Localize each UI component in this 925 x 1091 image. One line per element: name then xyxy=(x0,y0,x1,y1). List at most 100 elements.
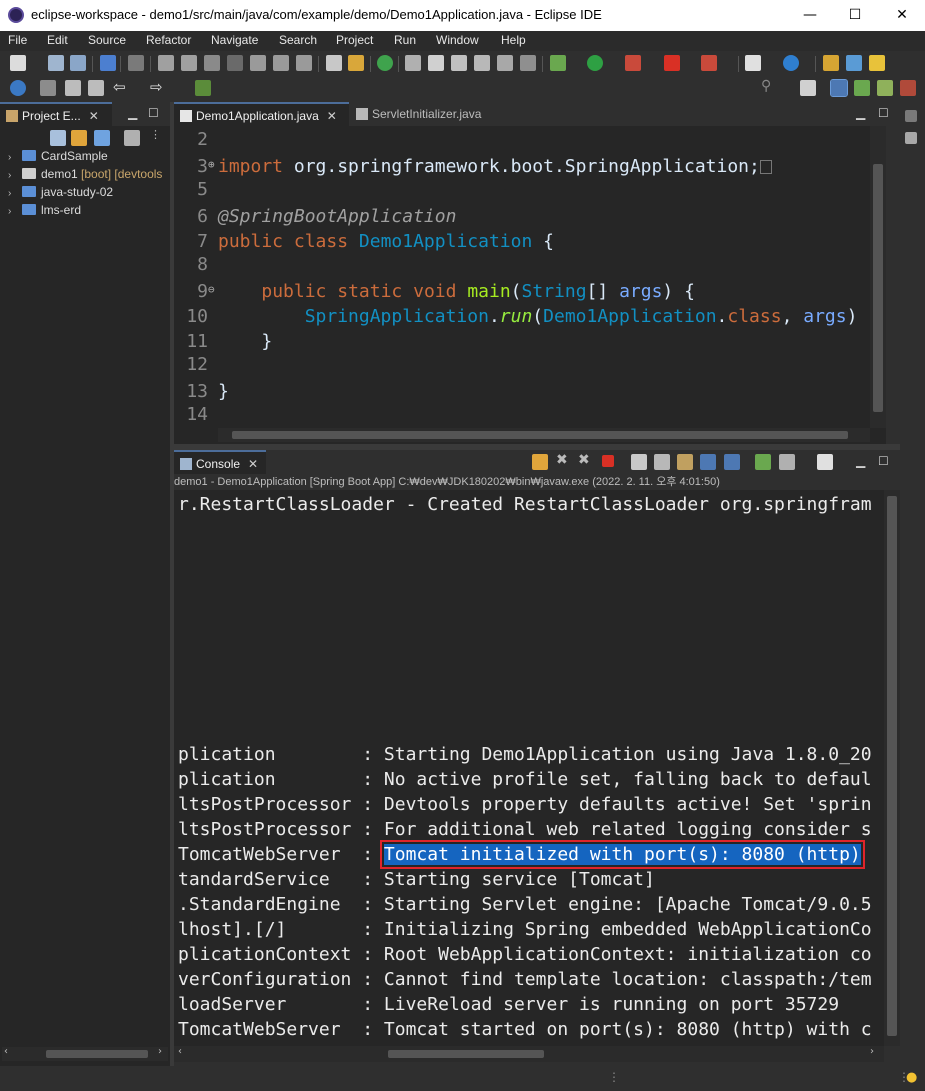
run-external-icon[interactable] xyxy=(625,55,641,71)
link-with-editor-icon[interactable] xyxy=(71,130,87,146)
next-edit-icon[interactable] xyxy=(88,80,104,96)
word-wrap-icon[interactable] xyxy=(677,454,693,470)
annotation-icon[interactable] xyxy=(40,80,56,96)
collapse-all-icon[interactable] xyxy=(50,130,66,146)
close-button[interactable]: ✕ xyxy=(879,0,925,31)
toggle-mark-icon[interactable] xyxy=(326,55,342,71)
boot-dashboard-icon[interactable] xyxy=(377,55,393,71)
minimize-icon[interactable]: ▁ xyxy=(128,106,137,120)
save-icon[interactable] xyxy=(48,55,64,71)
editor-vscrollbar[interactable] xyxy=(870,126,886,428)
pin-editor-icon[interactable] xyxy=(195,80,211,96)
search-toolbar-icon[interactable] xyxy=(846,55,862,71)
menu-run[interactable]: Run xyxy=(394,33,416,47)
new-java-project-icon[interactable] xyxy=(745,55,761,71)
tree-item-lms-erd[interactable]: › lms-erd xyxy=(8,203,81,221)
highlight-icon[interactable] xyxy=(428,55,444,71)
menu-window[interactable]: Window xyxy=(436,33,479,47)
java-perspective-icon[interactable] xyxy=(830,79,848,97)
menu-help[interactable]: Help xyxy=(501,33,526,47)
menu-source[interactable]: Source xyxy=(88,33,126,47)
save-all-icon[interactable] xyxy=(70,55,86,71)
filter-icon[interactable] xyxy=(94,130,110,146)
tab-servletinitializer-java[interactable]: ServletInitializer.java xyxy=(350,102,500,126)
step-into-icon[interactable] xyxy=(250,55,266,71)
show-on-stderr-icon[interactable] xyxy=(724,454,740,470)
lightbulb-icon[interactable]: ● xyxy=(906,1070,917,1085)
search-icon[interactable]: ⚲ xyxy=(761,78,771,94)
console-hscrollbar[interactable]: ‹ › xyxy=(174,1046,884,1062)
globe-icon[interactable] xyxy=(10,80,26,96)
close-icon[interactable]: ✕ xyxy=(89,109,99,123)
fold-icon[interactable]: ⊕ xyxy=(208,152,218,177)
new-file-icon[interactable] xyxy=(10,55,26,71)
disconnect-icon[interactable] xyxy=(227,55,243,71)
paint-icon[interactable] xyxy=(869,55,885,71)
open-task-icon[interactable] xyxy=(405,55,421,71)
console-vscrollbar[interactable] xyxy=(884,490,900,1046)
git-perspective-icon[interactable] xyxy=(900,80,916,96)
scrollbar-thumb[interactable] xyxy=(887,496,897,1036)
whitespace-icon[interactable] xyxy=(520,55,536,71)
occurrences-icon[interactable] xyxy=(451,55,467,71)
maximize-button[interactable]: ☐ xyxy=(832,0,878,31)
forward-arrow-icon[interactable]: ⇨ xyxy=(150,78,163,96)
step-return-icon[interactable] xyxy=(296,55,312,71)
open-console-icon[interactable] xyxy=(817,454,833,470)
resume-icon[interactable] xyxy=(158,55,174,71)
stop-icon[interactable] xyxy=(664,55,680,71)
remove-launch-icon[interactable]: ✖ xyxy=(556,452,568,468)
menu-edit[interactable]: Edit xyxy=(47,33,68,47)
restore-icon[interactable] xyxy=(905,110,917,122)
menu-navigate[interactable]: Navigate xyxy=(211,33,258,47)
menu-refactor[interactable]: Refactor xyxy=(146,33,191,47)
scrollbar-thumb[interactable] xyxy=(873,164,883,412)
maximize-icon[interactable]: ☐ xyxy=(148,106,159,120)
scrollbar-thumb[interactable] xyxy=(388,1050,544,1058)
minimize-icon[interactable]: ▁ xyxy=(856,454,865,468)
show-on-stdout-icon[interactable] xyxy=(700,454,716,470)
back-arrow-icon[interactable]: ⇦ xyxy=(113,78,126,96)
tab-demo1application-java[interactable]: Demo1Application.java ✕ xyxy=(174,102,349,126)
scrollbar-thumb[interactable] xyxy=(232,431,848,439)
folded-imports-icon[interactable] xyxy=(759,160,772,174)
open-perspective-icon[interactable] xyxy=(800,80,816,96)
expand-arrow-icon[interactable]: › xyxy=(8,188,18,199)
menu-project[interactable]: Project xyxy=(336,33,373,47)
remove-all-icon[interactable]: ✖ xyxy=(578,452,590,468)
maximize-icon[interactable]: ☐ xyxy=(878,454,889,468)
tree-item-demo1[interactable]: › demo1 [boot] [devtools xyxy=(8,167,162,185)
new-spring-project-icon[interactable] xyxy=(783,55,799,71)
tree-item-java-study-02[interactable]: › java-study-02 xyxy=(8,185,113,203)
terminate-icon[interactable] xyxy=(602,455,614,467)
menu-search[interactable]: Search xyxy=(279,33,317,47)
pin-console-icon[interactable] xyxy=(755,454,771,470)
debug-icon[interactable] xyxy=(550,55,566,71)
run-icon[interactable] xyxy=(587,55,603,71)
menu-file[interactable]: File xyxy=(8,33,27,47)
skip-breakpoints-icon[interactable] xyxy=(128,55,144,71)
prev-edit-icon[interactable] xyxy=(65,80,81,96)
minimize-icon[interactable]: ▁ xyxy=(856,106,865,120)
open-type-icon[interactable] xyxy=(823,55,839,71)
fold-icon[interactable]: ⊖ xyxy=(208,277,218,302)
display-console-icon[interactable] xyxy=(779,454,795,470)
block-selection-icon[interactable] xyxy=(474,55,490,71)
tab-project-explorer[interactable]: Project E... ✕ xyxy=(0,102,112,126)
expand-arrow-icon[interactable]: › xyxy=(8,170,18,181)
highlighted-tomcat-port[interactable]: Tomcat initialized with port(s): 8080 (h… xyxy=(379,840,865,869)
view-menu-icon[interactable] xyxy=(124,130,140,146)
editor-hscrollbar[interactable] xyxy=(218,428,870,442)
word-wrap-icon[interactable] xyxy=(497,55,513,71)
suspend-icon[interactable] xyxy=(181,55,197,71)
tab-console[interactable]: Console ✕ xyxy=(174,450,266,474)
terminate-icon[interactable] xyxy=(204,55,220,71)
more-options-icon[interactable]: ⋮ xyxy=(150,128,161,141)
expand-arrow-icon[interactable]: › xyxy=(8,206,18,217)
clear-console-icon[interactable] xyxy=(631,454,647,470)
spring-icon[interactable] xyxy=(348,55,364,71)
maximize-icon[interactable]: ☐ xyxy=(878,106,889,120)
expand-arrow-icon[interactable]: › xyxy=(8,152,18,163)
scrollbar-thumb[interactable] xyxy=(46,1050,148,1058)
close-icon[interactable]: ✕ xyxy=(248,457,258,471)
